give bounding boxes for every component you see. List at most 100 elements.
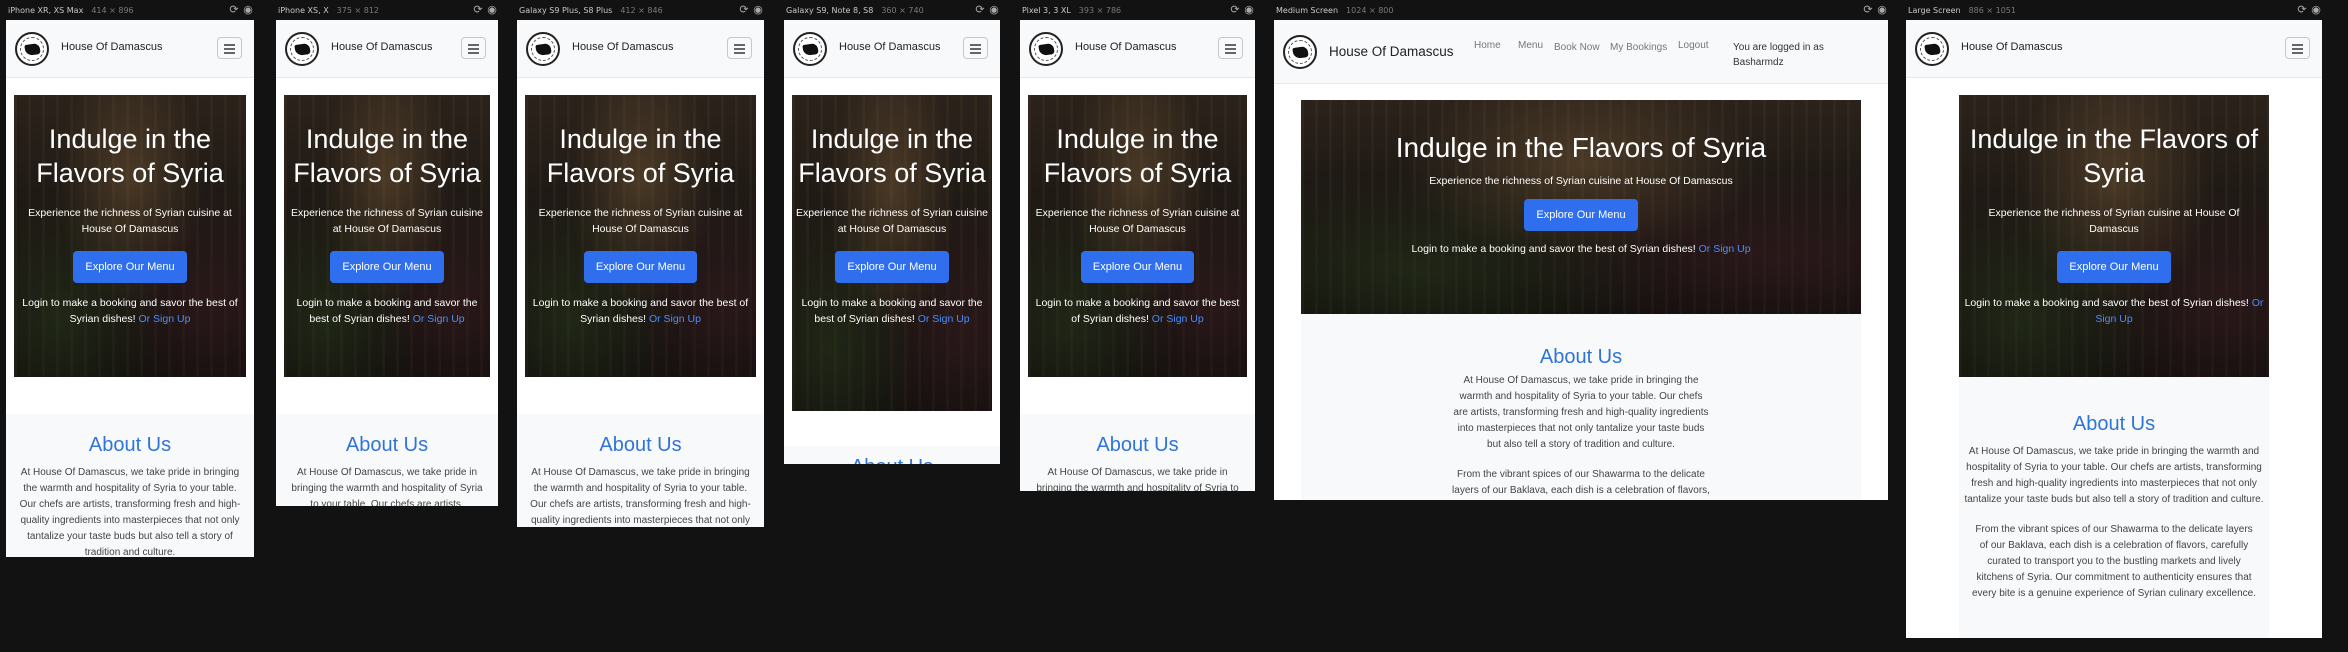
hamburger-icon[interactable] [1218,37,1243,59]
device-toolbar: Galaxy S9 Plus, S8 Plus 412 × 846 ⟳ ◉ [517,0,764,20]
logo-icon[interactable] [15,32,49,66]
rotate-icon[interactable]: ⟳ [472,4,484,16]
rotate-icon[interactable]: ⟳ [974,4,986,16]
brand-name[interactable]: House Of Damascus [61,41,162,53]
camera-icon[interactable]: ◉ [242,4,254,16]
hero-section: Indulge in the Flavors of Syria Experien… [1028,95,1247,377]
brand-name[interactable]: House Of Damascus [572,41,673,53]
login-prompt: Login to make a booking and savor the be… [296,297,478,326]
hero-title: Indulge in the Flavors of Syria [1969,124,2259,188]
about-paragraph: At House Of Damascus, we take pride in b… [1036,467,1239,491]
explore-menu-button[interactable]: Explore Our Menu [330,251,444,284]
hero-subtitle: Experience the richness of Syrian cuisin… [796,206,989,235]
about-section: About Us At House Of Damascus, we take p… [1301,314,1861,500]
explore-menu-button[interactable]: Explore Our Menu [73,251,187,284]
device-toolbar: Pixel 3, 3 XL 393 × 786 ⟳ ◉ [1020,0,1255,20]
device-large-screen: Large Screen 886 × 1051 ⟳ ◉ House Of Dama… [1906,0,2322,638]
about-paragraph-2: From the vibrant spices of our Shawarma … [1971,524,2257,599]
about-heading: About Us [794,456,990,464]
about-paragraph: At House Of Damascus, we take pride in b… [1964,446,2264,505]
nav-logout[interactable]: Logout [1678,40,1728,55]
camera-icon[interactable]: ◉ [988,4,1000,16]
about-heading: About Us [1096,434,1179,456]
explore-menu-button[interactable]: Explore Our Menu [583,251,698,284]
hamburger-icon[interactable] [727,37,752,59]
camera-icon[interactable]: ◉ [1243,4,1255,16]
signup-link[interactable]: Or Sign Up [1699,243,1751,255]
camera-icon[interactable]: ◉ [752,4,764,16]
brand-name[interactable]: House Of Damascus [839,41,940,53]
hamburger-icon[interactable] [963,37,988,59]
hamburger-icon[interactable] [461,37,486,59]
brand-name[interactable]: House Of Damascus [1329,44,1454,59]
camera-icon[interactable]: ◉ [2310,4,2322,16]
login-prompt: Login to make a booking and savor the be… [1035,297,1240,326]
signup-link[interactable]: Or Sign Up [1152,313,1204,325]
navbar: House Of Damascus [276,20,498,78]
explore-menu-button[interactable]: Explore Our Menu [835,251,949,284]
rotate-icon[interactable]: ⟳ [228,4,240,16]
explore-menu-button[interactable]: Explore Our Menu [1080,251,1195,284]
device-screen: House Of Damascus Indulge in the Flavors… [784,20,1000,464]
signup-link[interactable]: Or Sign Up [649,313,701,325]
login-prompt: Login to make a booking and savor the be… [1964,297,2264,326]
login-prompt: Login to make a booking and savor the be… [801,297,983,326]
signup-link[interactable]: Or Sign Up [413,313,465,325]
hero-section: Indulge in the Flavors of Syria Experien… [1959,95,2269,377]
hero-title: Indulge in the Flavors of Syria [1043,124,1232,188]
camera-icon[interactable]: ◉ [1876,4,1888,16]
hero-subtitle: Experience the richness of Syrian cuisin… [538,206,743,235]
rotate-icon[interactable]: ⟳ [1862,4,1874,16]
hamburger-icon[interactable] [217,37,242,59]
nav-menu[interactable]: Menu [1518,40,1554,55]
camera-icon[interactable]: ◉ [486,4,498,16]
about-section: About Us At House Of Damascus, we take p… [276,414,498,506]
logo-icon[interactable] [285,32,319,66]
explore-menu-button[interactable]: Explore Our Menu [2057,251,2171,284]
explore-menu-button[interactable]: Explore Our Menu [1524,199,1638,232]
device-name: iPhone XS, X 375 × 812 [278,6,379,15]
nav-links: Home Menu Book Now My Bookings Logout [1474,40,1728,55]
about-heading: About Us [1539,346,1623,368]
nav-book-now[interactable]: Book Now [1554,40,1610,55]
rotate-icon[interactable]: ⟳ [738,4,750,16]
logo-icon[interactable] [526,32,560,66]
navbar: House Of Damascus [1020,20,1255,78]
device-name: Galaxy S9 Plus, S8 Plus 412 × 846 [519,6,663,15]
rotate-icon[interactable]: ⟳ [1229,4,1241,16]
hero-subtitle: Experience the richness of Syrian cuisin… [1035,206,1240,235]
rotate-icon[interactable]: ⟳ [2296,4,2308,16]
about-section: About Us At House Of Damascus, we take p… [517,414,764,527]
navbar: House Of Damascus [1906,20,2322,78]
signup-link[interactable]: Or Sign Up [138,313,190,325]
device-toolbar: Large Screen 886 × 1051 ⟳ ◉ [1906,0,2322,20]
nav-my-bookings[interactable]: My Bookings [1610,40,1678,55]
hero-subtitle: Experience the richness of Syrian cuisin… [290,206,483,235]
hamburger-icon[interactable] [2285,37,2310,59]
signup-link[interactable]: Or Sign Up [918,313,970,325]
brand-name[interactable]: House Of Damascus [1075,41,1176,53]
navbar: House Of Damascus Home Menu Book Now My … [1274,20,1888,84]
navbar: House Of Damascus [517,20,764,78]
about-heading: About Us [345,434,429,456]
device-screen: House Of Damascus Indulge in the Flavors… [517,20,764,527]
about-section: About Us At House Of Damascus, we take p… [1020,414,1255,491]
about-heading: About Us [599,434,682,456]
brand-name[interactable]: House Of Damascus [331,41,432,53]
logo-icon[interactable] [793,32,827,66]
about-paragraph: At House Of Damascus, we take pride in b… [19,467,241,557]
device-toolbar: Medium Screen 1024 × 800 ⟳ ◉ [1274,0,1888,20]
brand-name[interactable]: House Of Damascus [1961,41,2062,53]
login-prompt: Login to make a booking and savor the be… [22,297,238,326]
logo-icon[interactable] [1029,32,1063,66]
logo-icon[interactable] [1283,35,1317,69]
nav-home[interactable]: Home [1474,40,1518,55]
device-name: Medium Screen 1024 × 800 [1276,6,1394,15]
about-paragraph: At House Of Damascus, we take pride in b… [530,467,751,526]
about-paragraph: At House Of Damascus, we take pride in b… [1453,375,1709,450]
device-name: Pixel 3, 3 XL 393 × 786 [1022,6,1122,15]
hero-title: Indulge in the Flavors of Syria [546,124,735,188]
login-status: You are logged in as Basharmdz [1733,42,1824,68]
logo-icon[interactable] [1915,32,1949,66]
hero-subtitle: Experience the richness of Syrian cuisin… [1429,175,1733,187]
